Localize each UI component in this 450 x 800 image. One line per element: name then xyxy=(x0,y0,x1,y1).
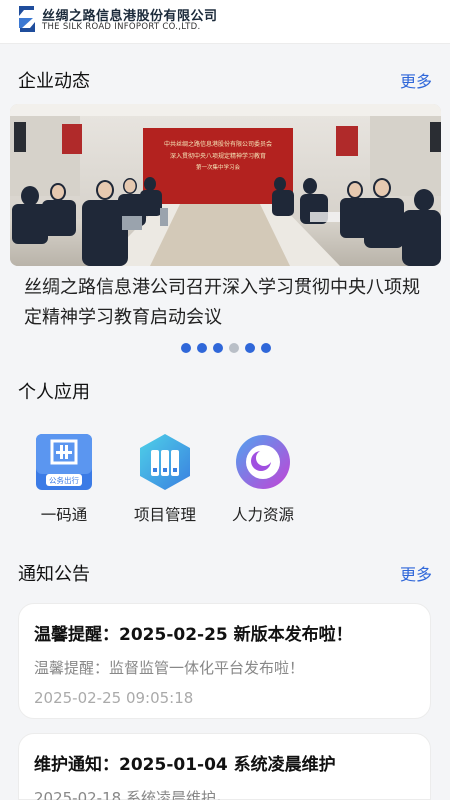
carousel-dot[interactable] xyxy=(245,343,255,353)
app-header: 丝绸之路信息港股份有限公司 THE SILK ROAD INFOPORT CO.… xyxy=(0,0,450,44)
news-section-title: 企业动态 xyxy=(18,71,90,92)
notice-title: 温馨提醒：2025-02-25 新版本发布啦！ xyxy=(34,625,353,645)
app-label: 一码通 xyxy=(40,506,88,524)
project-folders-icon xyxy=(140,434,190,490)
carousel-dot[interactable] xyxy=(181,343,191,353)
notice-description: 温馨提醒：监督监管一体化平台发布啦！ xyxy=(34,659,305,677)
carousel-dot[interactable] xyxy=(213,343,223,353)
news-banner-image[interactable]: 中共丝绸之路信息港股份有限公司委员会 深入贯彻中央八项规定精神学习教育 第一次集… xyxy=(10,104,441,266)
app-yimatong[interactable]: 公务出行 一码通 xyxy=(16,432,112,524)
app-project-management[interactable]: 项目管理 xyxy=(117,432,213,524)
notice-timestamp: 2025-02-25 09:05:18 xyxy=(34,689,194,707)
banner-screen-line2: 深入贯彻中央八项规定精神学习教育 xyxy=(170,152,266,160)
app-human-resources[interactable]: 人力资源 xyxy=(215,432,311,524)
company-logo-icon xyxy=(19,6,35,32)
carousel-indicator xyxy=(181,343,271,353)
qr-pass-icon: 公务出行 xyxy=(36,434,92,490)
app-badge-label: 公务出行 xyxy=(49,475,79,485)
app-label: 项目管理 xyxy=(133,506,196,524)
notices-more-link[interactable]: 更多 xyxy=(400,561,432,585)
carousel-dot[interactable] xyxy=(197,343,207,353)
carousel-dot[interactable] xyxy=(229,343,239,353)
news-more-link[interactable]: 更多 xyxy=(400,68,432,92)
notice-description: 2025-02-18 系统凌晨维护。 xyxy=(34,789,231,800)
notice-card[interactable]: 温馨提醒：2025-02-25 新版本发布啦！ 温馨提醒：监督监管一体化平台发布… xyxy=(18,603,431,719)
hr-ring-icon xyxy=(236,435,290,489)
banner-screen-line1: 中共丝绸之路信息港股份有限公司委员会 xyxy=(164,140,272,148)
app-label: 人力资源 xyxy=(231,506,294,524)
carousel-dot[interactable] xyxy=(261,343,271,353)
company-name-en: THE SILK ROAD INFOPORT CO.,LTD. xyxy=(42,22,201,32)
news-headline[interactable]: 丝绸之路信息港公司召开深入学习贯彻中央八项规定精神学习教育启动会议 xyxy=(24,273,434,333)
apps-section-title: 个人应用 xyxy=(18,382,90,403)
banner-screen-line3: 第一次集中学习会 xyxy=(196,163,241,171)
notice-title: 维护通知：2025-01-04 系统凌晨维护 xyxy=(34,755,336,775)
notice-card[interactable]: 维护通知：2025-01-04 系统凌晨维护 2025-02-18 系统凌晨维护… xyxy=(18,733,431,800)
notices-section-title: 通知公告 xyxy=(18,564,90,585)
